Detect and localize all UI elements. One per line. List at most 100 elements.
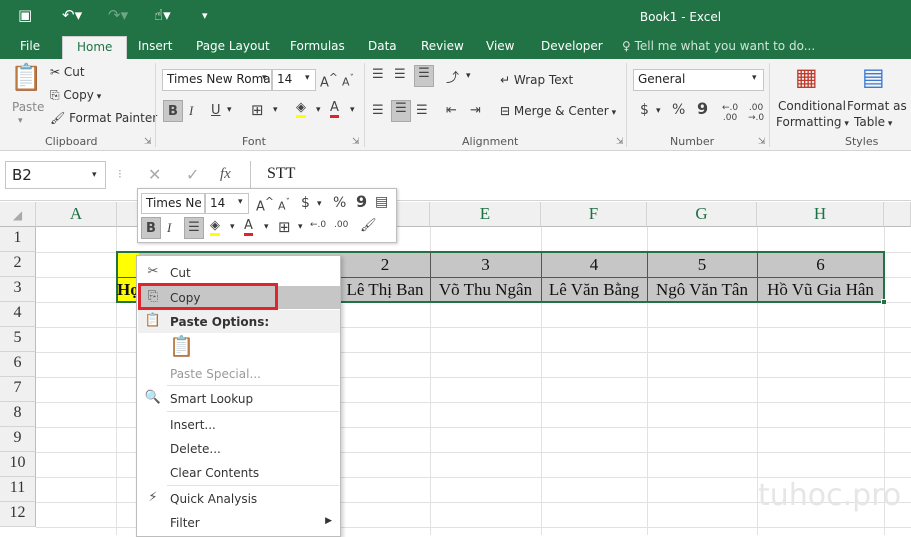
decrease-font-icon[interactable]: Aˇ <box>342 73 354 89</box>
font-name-dropdown-icon[interactable]: ▾ <box>262 73 267 83</box>
conditional-formatting-icon[interactable]: ▦ <box>795 63 818 91</box>
align-center-icon[interactable]: ☰ <box>391 100 411 122</box>
menu-item-quick-analysis[interactable]: ⚡ Quick Analysis <box>138 487 340 510</box>
menu-item-smart-lookup[interactable]: 🔍 Smart Lookup <box>138 387 340 410</box>
row-header-5[interactable]: 5 <box>0 327 36 352</box>
conditional-formatting-label[interactable]: Conditional <box>778 99 846 113</box>
bold-button[interactable]: B <box>163 100 183 122</box>
formula-input[interactable]: STT <box>250 161 911 189</box>
column-header-h[interactable]: H <box>757 202 884 227</box>
cell-h3[interactable]: Hồ Vũ Gia Hân <box>757 280 884 300</box>
cell-e2[interactable]: 3 <box>430 255 541 275</box>
fill-color-dropdown-icon[interactable]: ▾ <box>316 105 321 115</box>
increase-indent-icon[interactable]: ⇥ <box>470 103 481 118</box>
decrease-decimal-icon[interactable]: .00 →.0 <box>748 103 764 123</box>
name-box-dropdown-icon[interactable]: ▾ <box>92 170 97 180</box>
comma-button[interactable]: 9 <box>697 99 708 118</box>
font-size-dropdown-icon[interactable]: ▾ <box>305 73 310 83</box>
column-header-next[interactable] <box>884 202 911 227</box>
font-launcher-icon[interactable]: ⇲ <box>352 137 360 147</box>
alignment-launcher-icon[interactable]: ⇲ <box>616 137 624 147</box>
cell-d2[interactable]: 2 <box>340 255 430 275</box>
format-painter-button[interactable]: 🖌 Format Painter <box>50 111 157 125</box>
mini-currency-button[interactable]: $ <box>301 195 310 211</box>
formatting-label[interactable]: Formatting ▾ <box>776 115 849 129</box>
align-right-icon[interactable]: ☰ <box>416 103 428 118</box>
mini-font-color-dropdown-icon[interactable]: ▾ <box>264 222 269 232</box>
paste-option-icon[interactable]: 📋 <box>169 334 194 358</box>
number-launcher-icon[interactable]: ⇲ <box>758 137 766 147</box>
row-header-11[interactable]: 11 <box>0 477 36 502</box>
mini-font-size-dropdown-icon[interactable]: ▾ <box>238 197 243 207</box>
cell-f2[interactable]: 4 <box>541 255 647 275</box>
align-middle-icon[interactable]: ☰ <box>394 67 406 82</box>
borders-icon[interactable]: ⊞ <box>251 101 264 119</box>
mini-comma-button[interactable]: 9 <box>356 192 367 211</box>
mini-italic-button[interactable]: I <box>167 220 171 236</box>
cell-d3[interactable]: Lê Thị Ban <box>340 280 430 300</box>
cell-h2[interactable]: 6 <box>757 255 884 275</box>
mini-increase-decimal-icon[interactable]: ←.0 <box>310 220 326 230</box>
tab-file[interactable]: File <box>20 39 40 53</box>
paste-icon[interactable]: 📋 <box>10 63 42 93</box>
enter-icon[interactable]: ✓ <box>186 165 199 184</box>
select-all-corner[interactable]: ◢ <box>0 202 36 227</box>
cell-g2[interactable]: 5 <box>647 255 757 275</box>
column-header-a[interactable]: A <box>36 202 117 227</box>
column-header-e[interactable]: E <box>430 202 541 227</box>
insert-function-button[interactable]: fx <box>220 166 231 183</box>
format-as-table-icon[interactable]: ▤ <box>862 63 885 91</box>
font-name-box[interactable]: Times New Roma <box>162 69 272 91</box>
mini-borders-dropdown-icon[interactable]: ▾ <box>298 222 303 232</box>
cut-button[interactable]: ✂ Cut <box>50 65 85 79</box>
cancel-icon[interactable]: ✕ <box>148 165 161 184</box>
mini-decrease-font-icon[interactable]: Aˇ <box>278 197 290 213</box>
clipboard-launcher-icon[interactable]: ⇲ <box>144 137 152 147</box>
row-header-12[interactable]: 12 <box>0 502 36 527</box>
mini-fill-color-icon[interactable]: ◈ <box>210 218 220 236</box>
mini-increase-font-icon[interactable]: A^ <box>256 195 274 214</box>
row-header-7[interactable]: 7 <box>0 377 36 402</box>
mini-decrease-decimal-icon[interactable]: .00 <box>334 220 348 230</box>
fill-color-icon[interactable]: ◈ <box>296 100 306 118</box>
tab-review[interactable]: Review <box>421 39 464 53</box>
mini-percent-button[interactable]: % <box>333 195 346 211</box>
align-left-icon[interactable]: ☰ <box>372 103 384 118</box>
column-header-g[interactable]: G <box>647 202 757 227</box>
menu-item-paste-special[interactable]: Paste Special... <box>138 362 340 385</box>
font-color-dropdown-icon[interactable]: ▾ <box>350 105 355 115</box>
row-header-2[interactable]: 2 <box>0 252 36 277</box>
copy-button[interactable]: ⎘ Copy ▾ <box>50 88 101 103</box>
mini-borders-icon[interactable]: ⊞ <box>278 218 291 236</box>
menu-item-clear-contents[interactable]: Clear Contents <box>138 461 340 484</box>
font-color-icon[interactable]: A <box>330 100 339 118</box>
mini-format-cells-icon[interactable]: ▤ <box>375 194 388 210</box>
orientation-dropdown-icon[interactable]: ▾ <box>466 71 471 81</box>
currency-button[interactable]: $ <box>640 102 649 118</box>
increase-font-icon[interactable]: A^ <box>320 71 338 90</box>
tab-page-layout[interactable]: Page Layout <box>196 39 270 53</box>
mini-font-color-icon[interactable]: A <box>244 218 253 236</box>
format-as-label[interactable]: Format as <box>847 99 907 113</box>
row-header-9[interactable]: 9 <box>0 427 36 452</box>
menu-item-insert[interactable]: Insert... <box>138 413 340 436</box>
orientation-icon[interactable]: ⤴ <box>446 67 459 86</box>
menu-item-delete[interactable]: Delete... <box>138 437 340 460</box>
paste-dropdown-icon[interactable]: ▾ <box>18 116 23 126</box>
name-box[interactable]: B2 <box>5 161 106 189</box>
row-header-8[interactable]: 8 <box>0 402 36 427</box>
borders-dropdown-icon[interactable]: ▾ <box>273 105 278 115</box>
number-format-dropdown-icon[interactable]: ▾ <box>752 73 757 83</box>
tab-view[interactable]: View <box>486 39 514 53</box>
decrease-indent-icon[interactable]: ⇤ <box>446 103 457 118</box>
paste-button[interactable]: Paste <box>12 100 44 114</box>
row-header-3[interactable]: 3 <box>0 277 36 302</box>
mini-font-name-box[interactable]: Times Ne <box>141 193 205 214</box>
wrap-text-button[interactable]: ↵ Wrap Text <box>500 73 573 87</box>
tell-me-box[interactable]: ♀ Tell me what you want to do... <box>622 39 815 53</box>
tab-developer[interactable]: Developer <box>541 39 603 53</box>
column-header-f[interactable]: F <box>541 202 647 227</box>
cell-f3[interactable]: Lê Văn Bằng <box>541 280 647 300</box>
mini-fill-dropdown-icon[interactable]: ▾ <box>230 222 235 232</box>
percent-button[interactable]: % <box>672 102 685 118</box>
